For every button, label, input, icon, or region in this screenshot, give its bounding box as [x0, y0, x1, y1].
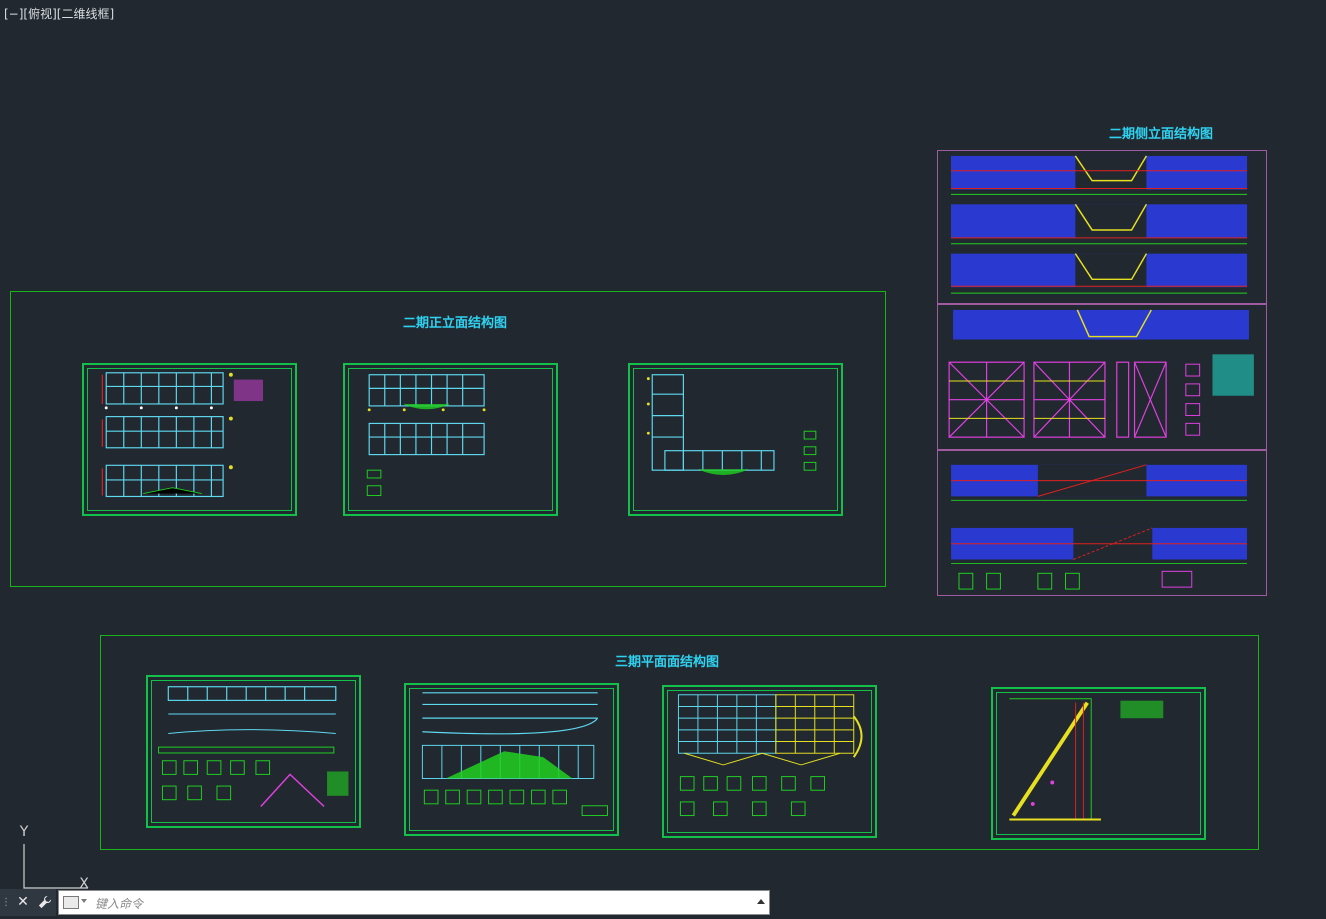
ucs-y-label: Y [19, 824, 29, 840]
sheet-drawing [366, 374, 486, 496]
sheet-drawing [158, 686, 349, 808]
drawing-sheet-front-3[interactable] [628, 363, 843, 516]
viewport-label[interactable]: [−][俯视][二维线框] [4, 5, 114, 22]
drawing-sheet-plan-4[interactable] [991, 687, 1206, 840]
sheet-drawing [421, 692, 608, 816]
sheet-drawing [948, 309, 1254, 438]
sheet-drawing [950, 155, 1248, 294]
front-elevation-title: 二期正立面结构图 [403, 316, 508, 331]
sheet-drawing [646, 374, 817, 476]
side-elevation-sheet-2[interactable] [937, 304, 1267, 450]
sheet-drawing [951, 464, 1247, 590]
command-prompt-icon[interactable] [63, 896, 79, 909]
plan-title: 三期平面面结构图 [615, 655, 720, 670]
wrench-icon [38, 895, 52, 909]
customize-command-line-button[interactable] [34, 889, 56, 916]
drawing-sheet-front-2[interactable] [343, 363, 558, 516]
ucs-icon: Y X [8, 820, 98, 895]
drawing-sheet-plan-2[interactable] [404, 683, 619, 836]
sheet-drawing [101, 372, 264, 498]
close-command-line-button[interactable]: ✕ [12, 889, 34, 916]
side-elevation-sheet-3[interactable] [937, 450, 1267, 596]
side-elevation-sheet-1[interactable] [937, 150, 1267, 304]
command-input[interactable] [93, 891, 737, 916]
drawing-sheet-plan-3[interactable] [662, 685, 877, 838]
chevron-down-icon[interactable] [81, 899, 87, 903]
command-input-container [58, 890, 770, 916]
command-history-up-icon[interactable] [757, 899, 765, 904]
sheet-drawing [1009, 698, 1164, 821]
command-line-grip[interactable]: ⋮ [0, 889, 12, 916]
sheet-drawing [677, 694, 863, 817]
drawing-sheet-front-1[interactable] [82, 363, 297, 516]
command-line-bar: ⋮ ✕ [0, 889, 770, 916]
side-elevation-title: 二期侧立面结构图 [1109, 127, 1214, 142]
drawing-sheet-plan-1[interactable] [146, 675, 361, 828]
